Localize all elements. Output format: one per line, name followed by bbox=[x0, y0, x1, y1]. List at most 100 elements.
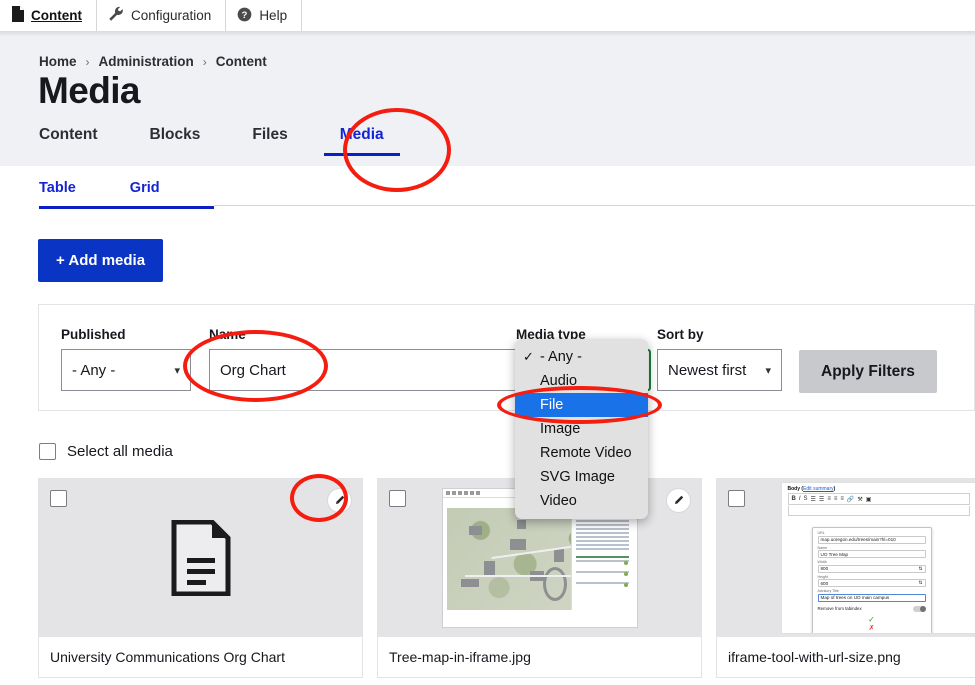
filter-panel: Published - Any - ▾ Name Org Chart Media… bbox=[38, 304, 975, 411]
admin-toolbar: Content Configuration ? Help bbox=[0, 0, 975, 31]
subtab-table[interactable]: Table bbox=[39, 180, 76, 196]
filter-sort-by: Sort by Newest first ▾ bbox=[657, 327, 782, 391]
toolbar-filler bbox=[302, 0, 975, 31]
thumb-cancel-icon: ✗ bbox=[868, 624, 875, 632]
dropdown-option-svg-image-label: SVG Image bbox=[540, 469, 615, 485]
breadcrumb-separator: › bbox=[202, 54, 207, 69]
add-media-button[interactable]: + Add media bbox=[38, 239, 164, 282]
apply-filters-wrap: Apply Filters bbox=[799, 350, 937, 393]
thumb-field-name-value: UO Tree Map bbox=[820, 551, 849, 557]
thumb-field-advisory-title: Advisory Title Map of trees on UO main c… bbox=[817, 590, 926, 602]
thumb-field-height: Height 600 ⇅ bbox=[817, 575, 926, 588]
toggle-switch-icon bbox=[912, 605, 926, 612]
media-card-thumbnail: Body (Edit summary) B I S ☰ ☰ ≡ ≡ ≡ 🔗 ⚒ ▣ URL map… bbox=[717, 479, 975, 637]
select-all-media[interactable]: Select all media bbox=[39, 443, 173, 460]
breadcrumb: Home › Administration › Content bbox=[39, 54, 267, 69]
tab-media[interactable]: Media bbox=[323, 126, 400, 156]
media-card-thumbnail bbox=[39, 479, 362, 637]
select-all-label: Select all media bbox=[67, 443, 173, 460]
apply-filters-button[interactable]: Apply Filters bbox=[799, 350, 937, 393]
media-card[interactable]: Body (Edit summary) B I S ☰ ☰ ≡ ≡ ≡ 🔗 ⚒ ▣ URL map… bbox=[716, 478, 975, 678]
pencil-icon bbox=[674, 495, 684, 505]
thumb-field-width-value: 800 bbox=[820, 566, 829, 572]
thumb-field-advisory-title-value: Map of trees on UO main campus bbox=[820, 595, 890, 601]
document-icon bbox=[171, 520, 230, 596]
dropdown-option-image[interactable]: Image bbox=[515, 417, 648, 441]
toolbar-item-configuration-label: Configuration bbox=[131, 7, 212, 23]
media-type-dropdown-menu: ✓ - Any - Audio File Image Remote Video … bbox=[515, 339, 648, 519]
subtab-grid[interactable]: Grid bbox=[130, 180, 160, 196]
filter-name-label: Name bbox=[209, 327, 246, 342]
sort-by-select-value: Newest first bbox=[668, 361, 747, 379]
filter-published: Published - Any - ▾ bbox=[61, 327, 191, 391]
published-select[interactable]: - Any - ▾ bbox=[61, 349, 191, 391]
toolbar-item-content[interactable]: Content bbox=[0, 0, 97, 31]
thumb-tabindex-row: Remove from tabindex bbox=[817, 605, 926, 612]
filter-published-label: Published bbox=[61, 327, 126, 342]
toolbar-item-content-label: Content bbox=[31, 7, 82, 23]
svg-text:?: ? bbox=[242, 9, 248, 19]
media-admin-page: Content Configuration ? Help Home › Admi… bbox=[0, 0, 975, 685]
published-select-value: - Any - bbox=[72, 361, 116, 379]
breadcrumb-item-administration[interactable]: Administration bbox=[99, 54, 194, 69]
thumb-tabindex-label: Remove from tabindex bbox=[817, 606, 862, 612]
thumb-field-url-value: map.uoregon.edu/trees/main?hl=010 bbox=[820, 537, 896, 543]
filter-name: Name Org Chart bbox=[209, 327, 545, 391]
thumb-field-width: Width 800 ⇅ bbox=[817, 561, 926, 573]
thumb-field-name: Name UO Tree Map bbox=[817, 546, 926, 559]
media-card-title: Tree-map-in-iframe.jpg bbox=[378, 637, 701, 677]
dropdown-option-video[interactable]: Video bbox=[515, 489, 648, 513]
dropdown-option-image-label: Image bbox=[540, 421, 581, 437]
iframe-form-image: Body (Edit summary) B I S ☰ ☰ ≡ ≡ ≡ 🔗 ⚒ ▣ URL map… bbox=[780, 482, 975, 634]
thumb-form-edit-summary-link: Edit summary bbox=[803, 486, 834, 492]
thumb-iframe-dialog: URL map.uoregon.edu/trees/main?hl=010 Na… bbox=[811, 527, 932, 633]
wrench-icon bbox=[108, 6, 124, 25]
tab-content[interactable]: Content bbox=[39, 126, 98, 156]
thumb-confirm-icon: ✓ bbox=[868, 614, 875, 624]
thumb-form-heading-end: ) bbox=[833, 486, 836, 492]
pencil-icon bbox=[335, 495, 345, 505]
chevron-down-icon: ▾ bbox=[174, 364, 180, 377]
chevron-down-icon: ▾ bbox=[765, 364, 771, 377]
toolbar-item-help[interactable]: ? Help bbox=[226, 0, 303, 31]
breadcrumb-item-content[interactable]: Content bbox=[216, 54, 267, 69]
sort-by-select[interactable]: Newest first ▾ bbox=[657, 349, 782, 391]
tab-blocks[interactable]: Blocks bbox=[150, 126, 201, 156]
media-card[interactable]: University Communications Org Chart bbox=[38, 478, 363, 678]
page-title: Media bbox=[38, 70, 140, 111]
dropdown-option-audio-label: Audio bbox=[540, 373, 578, 389]
page-icon bbox=[11, 6, 24, 25]
select-all-checkbox[interactable] bbox=[39, 443, 56, 460]
edit-media-button[interactable] bbox=[666, 488, 691, 513]
media-card-title: iframe-tool-with-url-size.png bbox=[717, 637, 975, 677]
breadcrumb-item-home[interactable]: Home bbox=[39, 54, 77, 69]
secondary-tabs-rule bbox=[214, 205, 975, 206]
media-card-grid: University Communications Org Chart Tree… bbox=[38, 478, 975, 678]
media-card-checkbox[interactable] bbox=[50, 490, 67, 507]
filter-sort-by-label: Sort by bbox=[657, 327, 704, 342]
dropdown-option-file[interactable]: File bbox=[515, 393, 648, 417]
dropdown-option-remote-video-label: Remote Video bbox=[540, 445, 632, 461]
media-card-checkbox[interactable] bbox=[728, 490, 745, 507]
tab-files[interactable]: Files bbox=[252, 126, 287, 156]
thumb-field-height-value: 600 bbox=[820, 580, 829, 586]
question-circle-icon: ? bbox=[237, 7, 252, 25]
media-card-checkbox[interactable] bbox=[389, 490, 406, 507]
edit-media-button[interactable] bbox=[327, 488, 352, 513]
media-card-title: University Communications Org Chart bbox=[39, 637, 362, 677]
dropdown-option-svg-image[interactable]: SVG Image bbox=[515, 465, 648, 489]
name-input[interactable]: Org Chart bbox=[209, 349, 545, 391]
primary-tabs: Content Blocks Files Media bbox=[39, 126, 436, 156]
toolbar-item-configuration[interactable]: Configuration bbox=[97, 0, 227, 31]
thumb-form-heading-text: Body ( bbox=[787, 486, 804, 492]
dropdown-option-any-label: - Any - bbox=[540, 349, 582, 365]
breadcrumb-separator: › bbox=[85, 54, 90, 69]
thumb-editor-toolbar: B I S ☰ ☰ ≡ ≡ ≡ 🔗 ⚒ ▣ bbox=[787, 493, 970, 505]
dropdown-option-any[interactable]: ✓ - Any - bbox=[515, 345, 648, 369]
map-legend-panel bbox=[570, 508, 633, 610]
dropdown-option-remote-video[interactable]: Remote Video bbox=[515, 441, 648, 465]
dropdown-option-audio[interactable]: Audio bbox=[515, 369, 648, 393]
thumb-field-url: URL map.uoregon.edu/trees/main?hl=010 bbox=[817, 531, 926, 544]
secondary-tabs: Table Grid bbox=[39, 180, 214, 209]
check-icon: ✓ bbox=[523, 349, 534, 364]
